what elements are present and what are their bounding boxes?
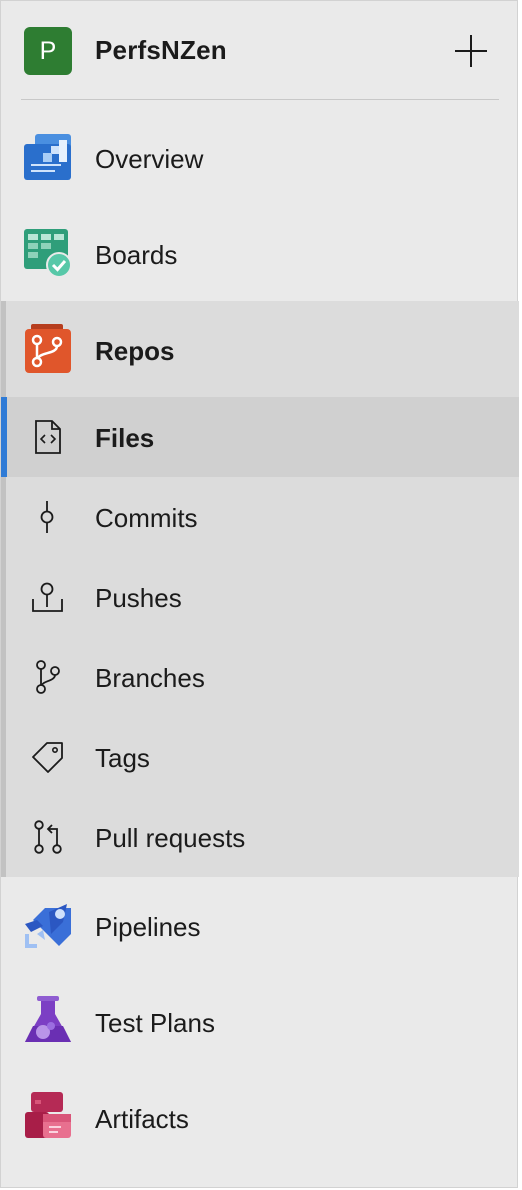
nav-label-artifacts: Artifacts [95, 1104, 189, 1134]
selection-indicator [1, 397, 7, 477]
nav-label-files: Files [95, 423, 155, 453]
nav-item-pipelines[interactable]: Pipelines [1, 877, 519, 973]
repos-section: Repos Files Commits Pushes Branches Tags… [1, 301, 519, 877]
repos-icon [25, 324, 71, 373]
nav-label-commits: Commits [95, 503, 198, 533]
project-header: P PerfsNZen [1, 1, 517, 99]
nav-label-pull-requests: Pull requests [95, 823, 246, 853]
nav-label-pushes: Pushes [95, 583, 182, 613]
nav-item-overview[interactable]: Overview [1, 109, 519, 205]
nav-item-commits[interactable]: Commits [1, 477, 519, 557]
nav-item-tags[interactable]: Tags [1, 717, 519, 797]
nav-item-pushes[interactable]: Pushes [1, 557, 519, 637]
boards-icon [24, 229, 72, 278]
nav-item-branches[interactable]: Branches [1, 637, 519, 717]
nav-item-files[interactable]: Files [1, 397, 519, 477]
project-avatar[interactable]: P [24, 27, 72, 75]
nav-item-repos[interactable]: Repos [1, 301, 519, 397]
project-name[interactable]: PerfsNZen [95, 35, 227, 66]
header-divider [21, 99, 499, 100]
nav-label-tags: Tags [95, 743, 150, 773]
nav-label-repos: Repos [95, 336, 175, 366]
nav-item-boards[interactable]: Boards [1, 205, 519, 301]
nav-label-branches: Branches [95, 663, 205, 693]
nav-item-pull-requests[interactable]: Pull requests [1, 797, 519, 877]
tag-icon [32, 742, 63, 773]
overview-icon [24, 134, 71, 180]
nav-label-overview: Overview [95, 144, 204, 174]
branch-icon [36, 660, 60, 694]
push-icon [32, 582, 63, 612]
add-button[interactable] [451, 31, 491, 71]
nav-item-test-plans[interactable]: Test Plans [1, 973, 519, 1069]
artifacts-icon [25, 1092, 71, 1138]
plus-icon [455, 35, 487, 67]
nav-label-test-plans: Test Plans [95, 1008, 215, 1038]
pull-request-icon [34, 820, 62, 854]
nav-label-pipelines: Pipelines [95, 912, 201, 942]
file-code-icon [35, 420, 61, 454]
nav-label-boards: Boards [95, 240, 178, 270]
commit-icon [40, 501, 54, 533]
pipelines-icon [25, 904, 71, 948]
test-plans-icon [25, 996, 71, 1042]
navigation-panel: P PerfsNZen Overview Boards Repos Files … [0, 0, 519, 1188]
nav-item-artifacts[interactable]: Artifacts [1, 1069, 519, 1165]
